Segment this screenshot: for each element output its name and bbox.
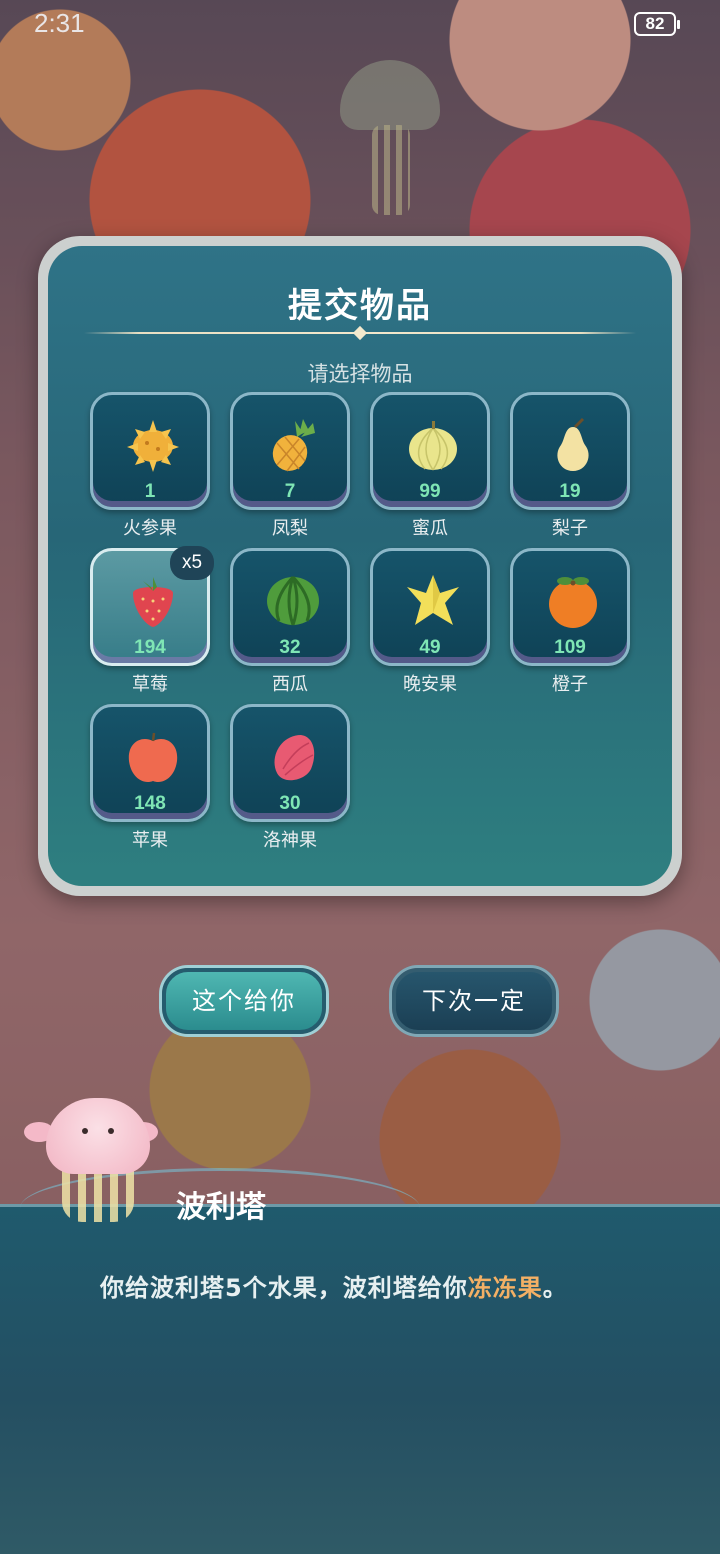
selected-quantity-badge: x5 <box>170 546 214 580</box>
item-count: 109 <box>554 637 586 658</box>
item-name: 橙子 <box>552 674 588 695</box>
item-slot-watermelon[interactable]: 32 西瓜 <box>230 548 350 695</box>
strawberry-icon <box>123 573 183 629</box>
item-count: 1 <box>144 481 156 502</box>
title-divider <box>84 332 636 334</box>
watermelon-icon <box>263 573 323 629</box>
item-slot-kiwano[interactable]: 1 火参果 <box>90 392 210 539</box>
starfruit-icon <box>403 573 463 629</box>
item-name: 火参果 <box>123 518 177 539</box>
apple-icon <box>123 729 183 785</box>
dialogue-text-end: 。 <box>542 1274 568 1302</box>
item-card: 19 <box>510 392 630 510</box>
item-slot-melon[interactable]: 99 蜜瓜 <box>370 392 490 539</box>
item-slot-orange[interactable]: 109 橙子 <box>510 548 630 695</box>
item-count: 49 <box>419 637 441 658</box>
item-slot-pear[interactable]: 19 梨子 <box>510 392 630 539</box>
item-card: 49 <box>370 548 490 666</box>
npc-eye <box>82 1128 88 1134</box>
pear-icon <box>543 417 603 473</box>
item-grid: 1 火参果 7 凤梨 99 蜜瓜 19 梨子 194 x5 草莓 32 西瓜 4… <box>90 392 630 851</box>
dialog-body: 提交物品 请选择物品 1 火参果 7 凤梨 99 蜜瓜 19 梨子 194 x5… <box>48 246 672 886</box>
dialog-title: 提交物品 <box>288 286 432 326</box>
item-name: 凤梨 <box>272 518 308 539</box>
item-count: 148 <box>134 793 166 814</box>
pineapple-icon <box>263 417 323 473</box>
orange-icon <box>543 573 603 629</box>
item-card: 7 <box>230 392 350 510</box>
item-name: 梨子 <box>552 518 588 539</box>
item-count: 30 <box>279 793 301 814</box>
dialogue-box <box>0 1206 720 1554</box>
item-name: 蜜瓜 <box>412 518 448 539</box>
submit-item-dialog: 提交物品 请选择物品 1 火参果 7 凤梨 99 蜜瓜 19 梨子 194 x5… <box>38 236 682 896</box>
give-button[interactable]: 这个给你 <box>162 968 326 1034</box>
item-card: 1 <box>90 392 210 510</box>
item-name: 草莓 <box>132 674 168 695</box>
dialog-subtitle: 请选择物品 <box>307 362 413 386</box>
battery-icon: 82 <box>634 12 680 36</box>
speaker-name: 波利塔 <box>176 1190 266 1225</box>
item-slot-pineapple[interactable]: 7 凤梨 <box>230 392 350 539</box>
item-card: 30 <box>230 704 350 822</box>
item-name: 晚安果 <box>403 674 457 695</box>
item-card: 32 <box>230 548 350 666</box>
item-count: 7 <box>284 481 296 502</box>
item-count: 32 <box>279 637 301 658</box>
item-count: 194 <box>134 637 166 658</box>
item-card: 109 <box>510 548 630 666</box>
melon-icon <box>403 417 463 473</box>
item-name: 西瓜 <box>272 674 308 695</box>
dialogue-text-main: 你给波利塔5个水果，波利塔给你 <box>100 1274 468 1302</box>
kiwano-icon <box>123 417 183 473</box>
item-slot-strawberry[interactable]: 194 x5 草莓 <box>90 546 214 695</box>
item-slot-starfruit[interactable]: 49 晚安果 <box>370 548 490 695</box>
item-name: 洛神果 <box>263 830 317 851</box>
status-time: 2:31 <box>34 8 85 38</box>
npc-eye <box>108 1128 114 1134</box>
item-count: 99 <box>419 481 441 502</box>
item-slot-apple[interactable]: 148 苹果 <box>90 704 210 851</box>
dialogue-highlight-item: 冻冻果 <box>467 1274 543 1302</box>
next-time-button[interactable]: 下次一定 <box>392 968 556 1034</box>
item-count: 19 <box>559 481 581 502</box>
item-name: 苹果 <box>132 830 168 851</box>
item-card: 99 <box>370 392 490 510</box>
roselle-icon <box>263 729 323 785</box>
item-card: 148 <box>90 704 210 822</box>
dialogue-text: 你给波利塔5个水果，波利塔给你冻冻果。 <box>100 1268 568 1303</box>
item-slot-roselle[interactable]: 30 洛神果 <box>230 704 350 851</box>
